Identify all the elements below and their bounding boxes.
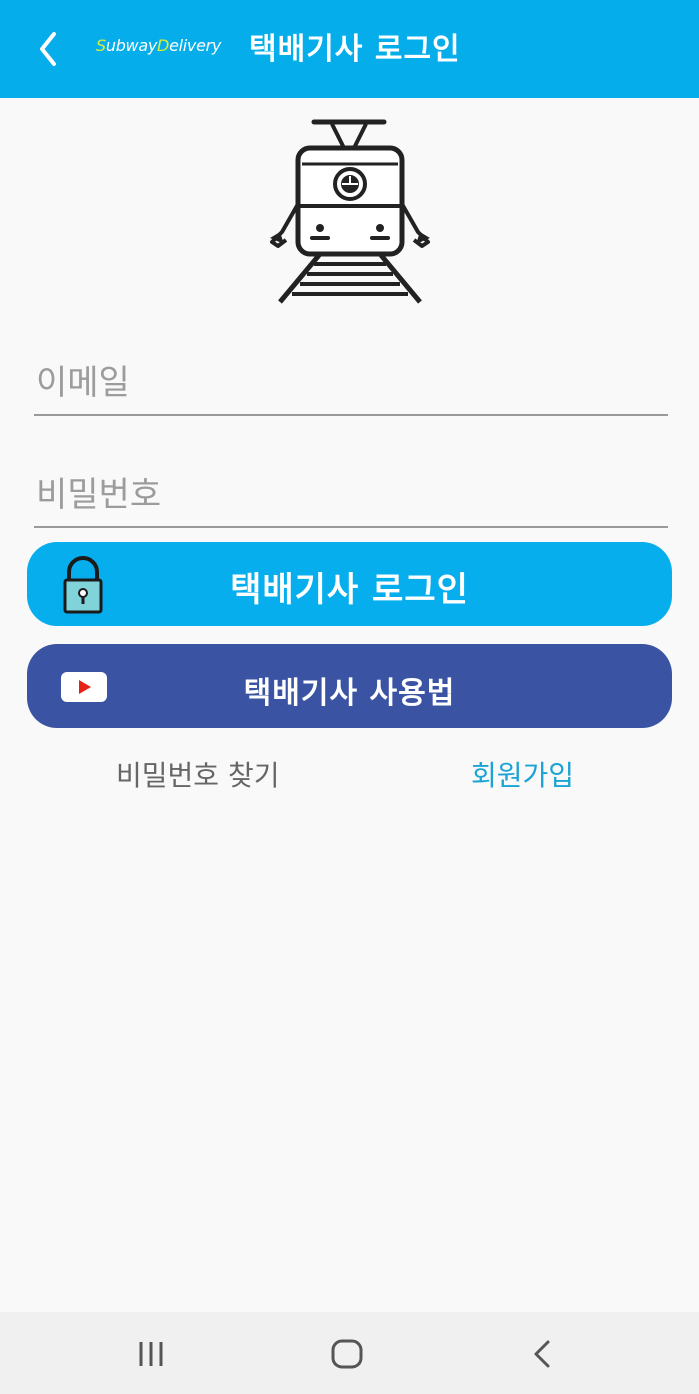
- system-navigation-bar: [0, 1312, 699, 1394]
- signup-link[interactable]: 회원가입: [471, 754, 574, 794]
- home-button[interactable]: [327, 1334, 367, 1374]
- login-button[interactable]: 택배기사 로그인: [27, 542, 672, 626]
- login-button-label: 택배기사 로그인: [230, 570, 469, 610]
- page-title: 택배기사 로그인: [249, 32, 461, 67]
- home-icon: [331, 1339, 363, 1369]
- app-logo: SubwayDelivery: [96, 36, 222, 55]
- find-password-link[interactable]: 비밀번호 찾기: [116, 754, 279, 794]
- guide-button[interactable]: 택배기사 사용법: [27, 644, 672, 728]
- recent-apps-icon: [139, 1342, 163, 1366]
- recent-apps-button[interactable]: [131, 1334, 171, 1374]
- guide-button-label: 택배기사 사용법: [243, 676, 456, 711]
- nav-back-icon: [534, 1340, 550, 1368]
- password-field[interactable]: [34, 470, 668, 528]
- back-button[interactable]: [30, 26, 70, 72]
- email-field[interactable]: [34, 358, 668, 416]
- chevron-left-icon: [40, 32, 56, 66]
- subway-train-icon: [270, 119, 430, 304]
- app-header: SubwayDelivery 택배기사 로그인: [0, 0, 699, 98]
- nav-back-button[interactable]: [522, 1334, 562, 1374]
